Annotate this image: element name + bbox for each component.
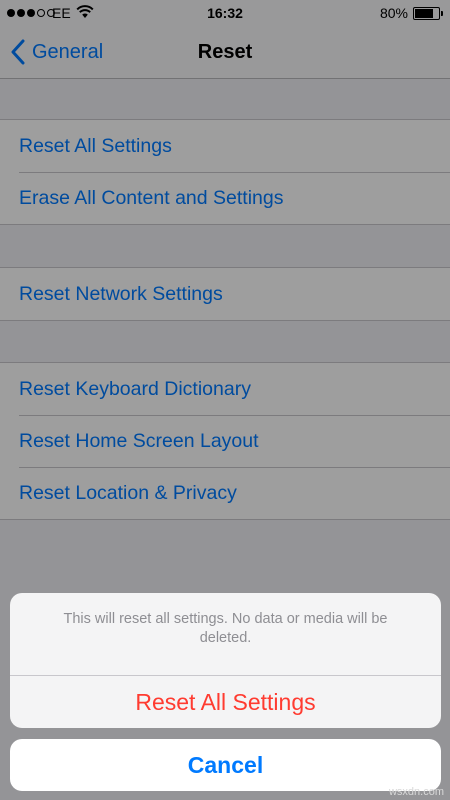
cancel-button[interactable]: Cancel: [10, 739, 441, 791]
action-sheet: This will reset all settings. No data or…: [10, 593, 441, 728]
action-sheet-message: This will reset all settings. No data or…: [63, 611, 388, 646]
watermark: wsxdn.com: [388, 786, 444, 798]
confirm-reset-all-settings-button[interactable]: Reset All Settings: [10, 676, 441, 728]
